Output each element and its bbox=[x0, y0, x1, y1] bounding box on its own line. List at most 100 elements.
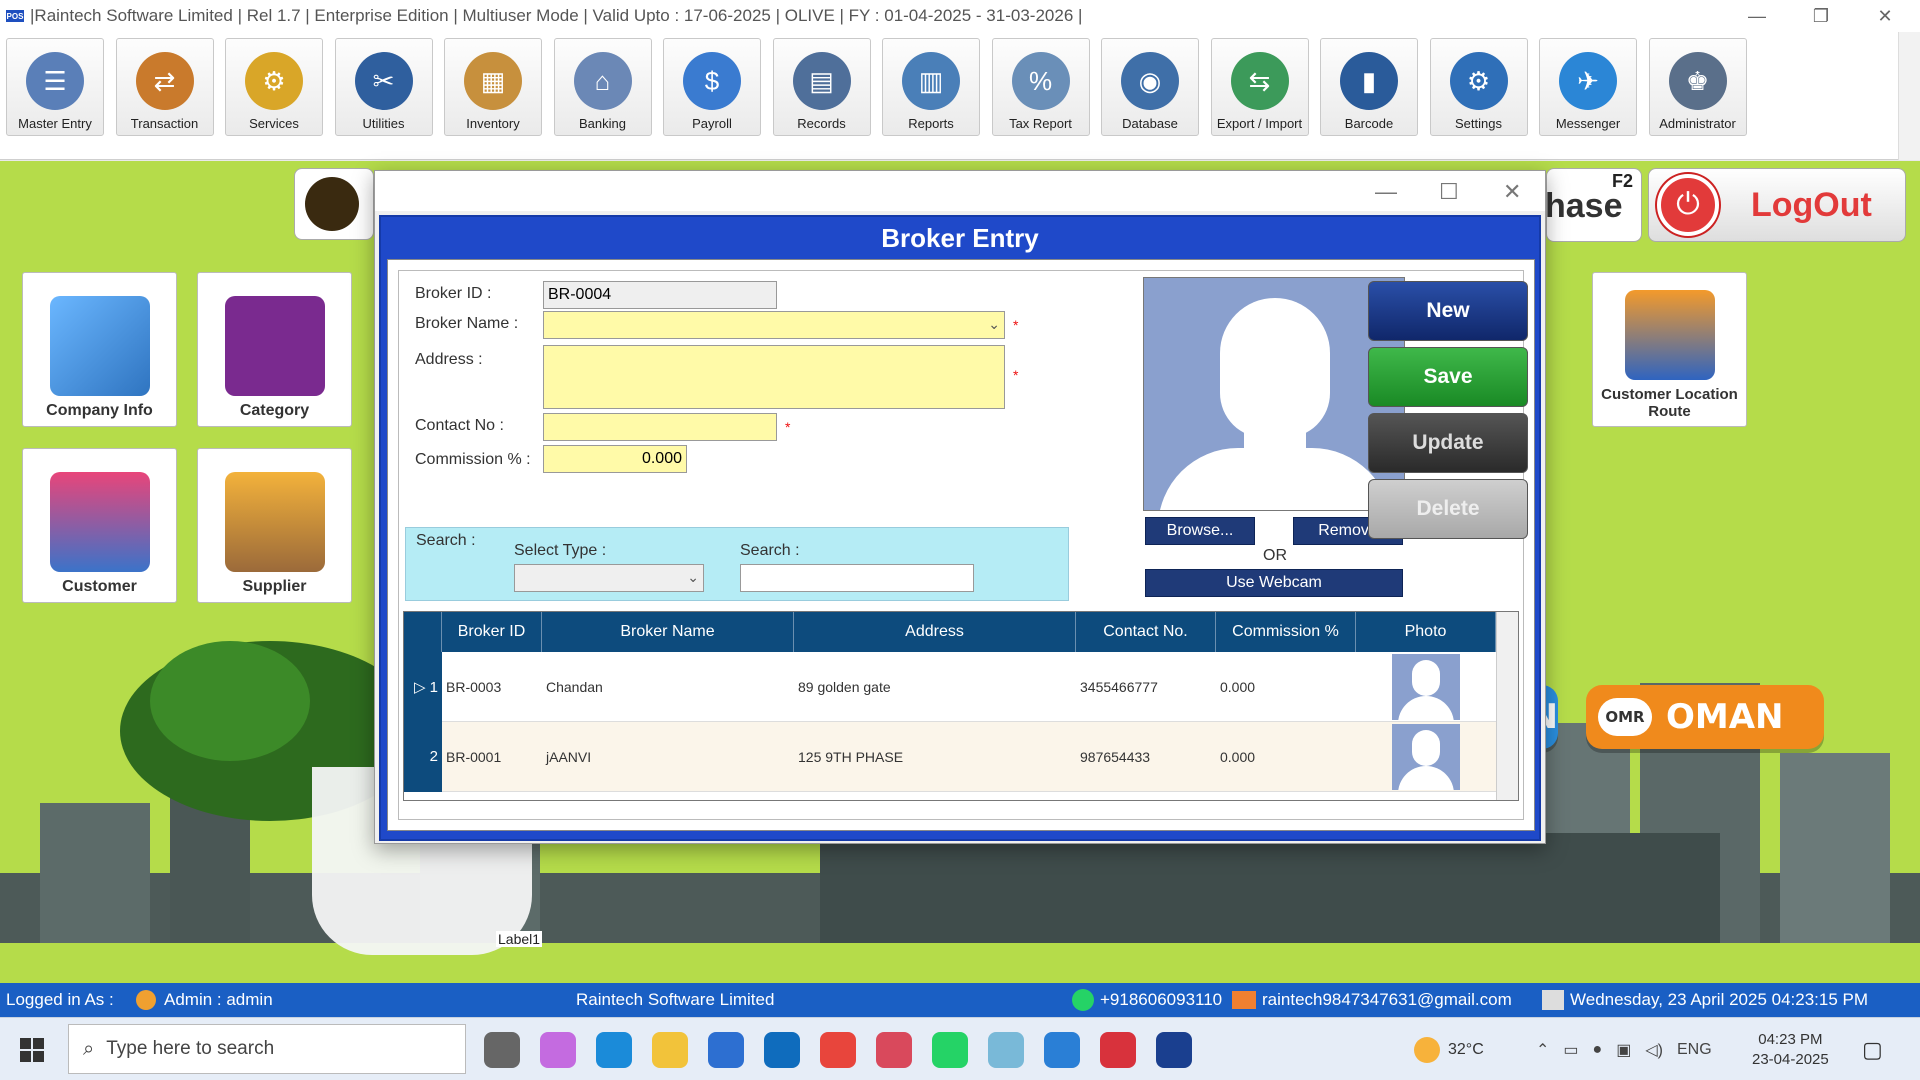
email-icon bbox=[1232, 991, 1256, 1009]
purchase-button[interactable]: F2 hase bbox=[1545, 168, 1642, 242]
toolbar-button-master-entry[interactable]: ☰ Master Entry bbox=[6, 38, 104, 136]
clock[interactable]: 04:23 PM 23-04-2025 bbox=[1752, 1018, 1829, 1080]
dialog-close-button[interactable]: ✕ bbox=[1503, 179, 1521, 205]
window-close-button[interactable]: ✕ bbox=[1854, 0, 1916, 32]
logged-in-label: Logged in As : bbox=[6, 990, 114, 1009]
app-icon[interactable] bbox=[988, 1032, 1024, 1068]
toolbar-scrollbar[interactable] bbox=[1898, 32, 1920, 160]
network-icon[interactable]: ▣ bbox=[1616, 1040, 1631, 1060]
chevron-down-icon[interactable]: ⌄ bbox=[988, 316, 1000, 333]
logout-button[interactable]: ⏻ LogOut bbox=[1648, 168, 1906, 242]
toolbar-button-reports[interactable]: ▥ Reports bbox=[882, 38, 980, 136]
customer-icon bbox=[49, 472, 150, 572]
raintech-icon[interactable] bbox=[1156, 1032, 1192, 1068]
notification-icon[interactable]: ▢ bbox=[1862, 1018, 1883, 1080]
broker-name-combobox[interactable]: ⌄ bbox=[543, 311, 1005, 339]
header-button-hidden[interactable] bbox=[294, 168, 374, 240]
new-button[interactable]: New bbox=[1368, 281, 1528, 341]
delete-button[interactable]: Delete bbox=[1368, 479, 1528, 539]
logged-in-user: Admin : admin bbox=[164, 990, 273, 1009]
toolbar-button-inventory[interactable]: ▦ Inventory bbox=[444, 38, 542, 136]
file-explorer-icon[interactable] bbox=[652, 1032, 688, 1068]
commission-field[interactable] bbox=[543, 445, 687, 473]
edge-icon[interactable] bbox=[596, 1032, 632, 1068]
tile-supplier[interactable]: Supplier bbox=[197, 448, 352, 603]
store-icon[interactable] bbox=[708, 1032, 744, 1068]
toolbar-button-settings[interactable]: ⚙ Settings bbox=[1429, 38, 1528, 136]
tile-customer-location-route[interactable]: Customer Location Route bbox=[1592, 272, 1747, 427]
window-minimize-button[interactable]: — bbox=[1726, 0, 1788, 32]
whatsapp-icon[interactable] bbox=[932, 1032, 968, 1068]
media-icon[interactable] bbox=[1100, 1032, 1136, 1068]
table-cell: 125 9TH PHASE bbox=[798, 748, 904, 765]
contact-no-field[interactable] bbox=[543, 413, 777, 441]
toolbar-button-administrator[interactable]: ♚ Administrator bbox=[1648, 38, 1747, 136]
broker-id-field[interactable] bbox=[543, 281, 777, 309]
weather-widget[interactable]: 32°C bbox=[1414, 1018, 1484, 1080]
toolbar-button-barcode[interactable]: ▮ Barcode bbox=[1320, 38, 1418, 136]
toolbar-button-records[interactable]: ▤ Records bbox=[772, 38, 871, 136]
toolbar-button-services[interactable]: ⚙ Services bbox=[225, 38, 323, 136]
chevron-down-icon[interactable]: ⌄ bbox=[687, 569, 699, 586]
chevron-up-icon[interactable]: ⌃ bbox=[1536, 1040, 1549, 1060]
toolbar-button-label: Export / Import bbox=[1216, 116, 1303, 131]
toolbar-button-export-import[interactable]: ⇆ Export / Import bbox=[1210, 38, 1309, 136]
records-icon: ▤ bbox=[792, 52, 851, 110]
remote-icon[interactable] bbox=[1044, 1032, 1080, 1068]
grid-column-header[interactable]: Commission % bbox=[1216, 612, 1356, 652]
toolbar-button-utilities[interactable]: ✂ Utilities bbox=[334, 38, 433, 136]
table-row[interactable]: 2 BR-0001 jAANVI 125 9TH PHASE 987654433 0.00… bbox=[404, 721, 1496, 792]
row-header: 2 bbox=[404, 721, 442, 792]
status-company: Raintech Software Limited bbox=[576, 990, 775, 1009]
grid-column-header[interactable]: Broker Name bbox=[542, 612, 794, 652]
tile-category[interactable]: Category bbox=[197, 272, 352, 427]
table-row[interactable]: ▷ 1 BR-0003 Chandan 89 golden gate 345546677… bbox=[404, 651, 1496, 722]
snipping-tool-icon[interactable] bbox=[876, 1032, 912, 1068]
windows-start-icon[interactable] bbox=[20, 1038, 44, 1062]
dialog-frame: Broker Entry Broker ID : Broker Name : ⌄… bbox=[379, 215, 1541, 841]
browse-button[interactable]: Browse... bbox=[1145, 517, 1255, 545]
clock-time: 04:23 PM bbox=[1758, 1030, 1823, 1048]
toolbar-button-transaction[interactable]: ⇄ Transaction bbox=[115, 38, 214, 136]
table-cell: 0.000 bbox=[1220, 678, 1256, 695]
chrome-icon[interactable] bbox=[820, 1032, 856, 1068]
toolbar-button-messenger[interactable]: ✈ Messenger bbox=[1539, 38, 1637, 136]
avatar-placeholder-icon bbox=[1220, 298, 1330, 438]
grid-column-header[interactable]: Contact No. bbox=[1076, 612, 1216, 652]
update-button[interactable]: Update bbox=[1368, 413, 1528, 473]
window-restore-button[interactable]: ❐ bbox=[1790, 0, 1852, 32]
grid-column-header[interactable]: Address bbox=[794, 612, 1076, 652]
toolbar-button-banking[interactable]: ⌂ Banking bbox=[553, 38, 652, 136]
tax-report-icon: % bbox=[1011, 52, 1070, 110]
copilot-icon[interactable] bbox=[540, 1032, 576, 1068]
microphone-icon[interactable]: ● bbox=[1593, 1041, 1603, 1059]
toolbar-button-payroll[interactable]: $ Payroll bbox=[663, 38, 761, 136]
toolbar-button-database[interactable]: ◉ Database bbox=[1101, 38, 1199, 136]
toolbar-button-tax-report[interactable]: % Tax Report bbox=[991, 38, 1090, 136]
broker-id-label: Broker ID : bbox=[415, 285, 492, 302]
select-type-dropdown[interactable]: ⌄ bbox=[514, 564, 704, 592]
grid-scrollbar[interactable] bbox=[1496, 612, 1518, 800]
volume-icon[interactable]: ◁) bbox=[1645, 1040, 1663, 1060]
dialog-minimize-button[interactable]: — bbox=[1375, 179, 1397, 205]
grid-column-header[interactable]: Photo bbox=[1356, 612, 1496, 652]
task-view-icon[interactable] bbox=[484, 1032, 520, 1068]
toolbar-button-label: Records bbox=[797, 116, 846, 131]
use-webcam-button[interactable]: Use Webcam bbox=[1145, 569, 1403, 597]
grid-corner bbox=[404, 612, 442, 652]
search-input[interactable] bbox=[740, 564, 974, 592]
language-indicator[interactable]: ENG bbox=[1677, 1041, 1712, 1059]
tile-customer[interactable]: Customer bbox=[22, 448, 177, 603]
outlook-icon[interactable] bbox=[764, 1032, 800, 1068]
dialog-maximize-button[interactable]: ☐ bbox=[1439, 179, 1459, 205]
whatsapp-icon bbox=[1072, 989, 1094, 1011]
address-field[interactable] bbox=[543, 345, 1005, 409]
save-button[interactable]: Save bbox=[1368, 347, 1528, 407]
currency-button-oman[interactable]: OMR OMAN bbox=[1586, 685, 1824, 749]
meet-now-icon[interactable]: ▭ bbox=[1563, 1040, 1578, 1060]
taskbar-search-box[interactable]: ⌕ Type here to search bbox=[68, 1024, 466, 1074]
grid-column-header[interactable]: Broker ID bbox=[442, 612, 542, 652]
window-title: |Raintech Software Limited | Rel 1.7 | E… bbox=[30, 6, 1083, 25]
tile-company-info[interactable]: Company Info bbox=[22, 272, 177, 427]
search-panel-title: Search : bbox=[416, 532, 476, 549]
